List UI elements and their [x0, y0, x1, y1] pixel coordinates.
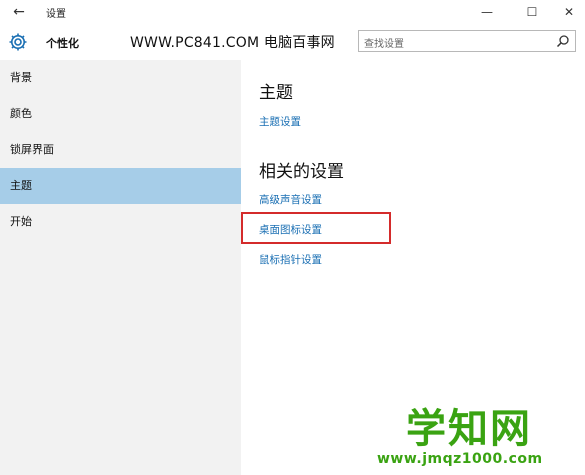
gear-icon [9, 33, 27, 51]
sidebar-item-colors[interactable]: 颜色 [0, 96, 241, 132]
sidebar-item-background[interactable]: 背景 [0, 60, 241, 96]
sidebar-item-label: 开始 [10, 215, 32, 228]
sidebar-item-label: 主题 [10, 179, 32, 192]
back-button[interactable]: ← [8, 3, 30, 21]
sidebar-item-label: 背景 [10, 71, 32, 84]
sidebar-item-label: 锁屏界面 [10, 143, 54, 156]
search-icon[interactable] [556, 34, 570, 48]
title-bar: ← 设置 — ☐ ✕ [0, 0, 585, 24]
maximize-button[interactable]: ☐ [521, 2, 543, 22]
related-settings-heading: 相关的设置 [259, 162, 344, 182]
search-field[interactable]: 查找设置 [358, 30, 576, 52]
window-title: 设置 [46, 9, 66, 20]
theme-settings-link[interactable]: 主题设置 [259, 114, 301, 129]
brand-watermark-url: www.jmqz1000.com [377, 451, 543, 467]
close-icon: ✕ [563, 5, 575, 19]
minimize-button[interactable]: — [476, 2, 498, 22]
close-button[interactable]: ✕ [558, 2, 580, 22]
settings-header: 个性化 WWW.PC841.COM 电脑百事网 查找设置 [0, 24, 585, 60]
sidebar-item-lock-screen[interactable]: 锁屏界面 [0, 132, 241, 168]
search-input[interactable]: 查找设置 [364, 35, 404, 50]
theme-heading: 主题 [259, 83, 293, 103]
site-watermark: WWW.PC841.COM 电脑百事网 [130, 35, 335, 51]
maximize-icon: ☐ [526, 5, 538, 19]
sidebar-item-label: 颜色 [10, 107, 32, 120]
section-title: 个性化 [46, 37, 79, 50]
sidebar-item-start[interactable]: 开始 [0, 204, 241, 240]
minimize-icon: — [481, 5, 493, 19]
back-arrow-icon: ← [13, 4, 25, 20]
sidebar: 背景 颜色 锁屏界面 主题 开始 [0, 60, 241, 475]
highlight-frame [241, 212, 391, 244]
sidebar-item-themes[interactable]: 主题 [0, 168, 241, 204]
advanced-sound-settings-link[interactable]: 高级声音设置 [259, 192, 322, 207]
main-content: 主题 主题设置 相关的设置 高级声音设置 桌面图标设置 鼠标指针设置 学知网 w… [241, 60, 585, 475]
mouse-pointer-settings-link[interactable]: 鼠标指针设置 [259, 252, 322, 267]
brand-watermark-logo: 学知网 [406, 406, 532, 452]
